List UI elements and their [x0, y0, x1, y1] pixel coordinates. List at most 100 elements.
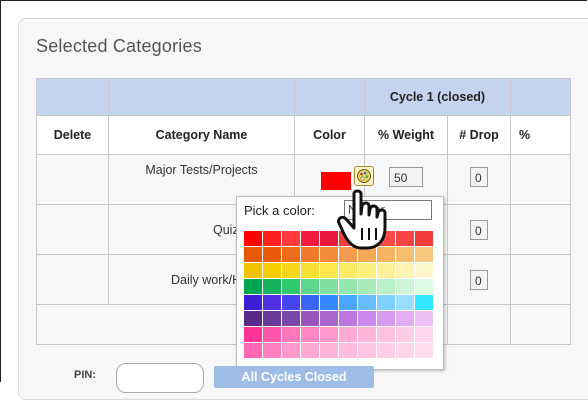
palette-swatch[interactable] [282, 311, 300, 326]
palette-swatch[interactable] [339, 327, 357, 342]
percent-cell [510, 254, 571, 305]
palette-swatch[interactable] [396, 247, 414, 262]
palette-swatch[interactable] [415, 231, 433, 246]
percent-cell [510, 204, 571, 255]
drop-input[interactable]: 0 [470, 219, 488, 240]
all-cycles-closed-button[interactable]: All Cycles Closed [214, 366, 374, 388]
table-group-header-row: Cycle 1 (closed) [36, 78, 571, 116]
palette-swatch[interactable] [320, 343, 338, 358]
palette-swatch[interactable] [244, 343, 262, 358]
palette-swatch[interactable] [282, 327, 300, 342]
palette-swatch[interactable] [301, 279, 319, 294]
palette-swatch[interactable] [358, 327, 376, 342]
pick-color-label: Pick a color: [244, 203, 315, 218]
palette-swatch[interactable] [244, 247, 262, 262]
palette-swatch[interactable] [320, 279, 338, 294]
palette-swatch[interactable] [301, 295, 319, 310]
palette-swatch[interactable] [358, 295, 376, 310]
palette-swatch[interactable] [339, 343, 357, 358]
palette-swatch[interactable] [282, 231, 300, 246]
palette-swatch[interactable] [396, 295, 414, 310]
palette-swatch[interactable] [377, 311, 395, 326]
palette-swatch[interactable] [282, 279, 300, 294]
palette-swatch[interactable] [244, 327, 262, 342]
palette-swatch[interactable] [415, 343, 433, 358]
palette-swatch[interactable] [301, 311, 319, 326]
palette-swatch[interactable] [358, 279, 376, 294]
palette-swatch[interactable] [320, 327, 338, 342]
palette-swatch[interactable] [358, 311, 376, 326]
total-drop [447, 304, 511, 345]
palette-swatch[interactable] [263, 295, 281, 310]
palette-swatch[interactable] [244, 263, 262, 278]
header-spacer [36, 78, 109, 116]
palette-swatch[interactable] [244, 311, 262, 326]
pin-input[interactable] [116, 363, 204, 393]
palette-swatch[interactable] [282, 343, 300, 358]
delete-cell[interactable] [36, 254, 109, 305]
palette-swatch[interactable] [396, 343, 414, 358]
palette-swatch[interactable] [320, 295, 338, 310]
palette-swatch[interactable] [301, 343, 319, 358]
palette-swatch[interactable] [282, 263, 300, 278]
palette-swatch[interactable] [339, 263, 357, 278]
palette-swatch[interactable] [263, 279, 281, 294]
palette-swatch[interactable] [339, 311, 357, 326]
palette-swatch[interactable] [301, 263, 319, 278]
drop-input[interactable]: 0 [470, 167, 488, 187]
palette-swatch[interactable] [339, 279, 357, 294]
weight-input[interactable]: 50 [389, 167, 423, 187]
palette-swatch[interactable] [358, 343, 376, 358]
column-header-percent: % [510, 115, 571, 155]
pin-label: PIN: [74, 369, 96, 381]
table-column-header-row: Delete Category Name Color % Weight # Dr… [36, 115, 571, 155]
column-header-delete: Delete [36, 115, 109, 155]
drop-cell: 0 [447, 154, 511, 205]
delete-cell[interactable] [36, 154, 109, 205]
color-picker-button[interactable] [354, 166, 374, 186]
palette-swatch[interactable] [263, 327, 281, 342]
column-header-drop: # Drop [447, 115, 511, 155]
palette-swatch[interactable] [396, 231, 414, 246]
palette-swatch[interactable] [415, 311, 433, 326]
palette-swatch[interactable] [263, 231, 281, 246]
section-title: Selected Categories [36, 36, 202, 56]
palette-swatch[interactable] [263, 311, 281, 326]
palette-swatch[interactable] [244, 295, 262, 310]
palette-swatch[interactable] [282, 247, 300, 262]
drop-cell: 0 [447, 204, 511, 255]
column-header-color: Color [294, 115, 365, 155]
palette-swatch[interactable] [244, 231, 262, 246]
palette-swatch[interactable] [301, 327, 319, 342]
palette-swatch[interactable] [377, 279, 395, 294]
palette-swatch[interactable] [415, 327, 433, 342]
palette-swatch[interactable] [301, 247, 319, 262]
palette-swatch[interactable] [396, 311, 414, 326]
palette-swatch[interactable] [396, 327, 414, 342]
palette-swatch[interactable] [396, 263, 414, 278]
percent-cell [510, 154, 571, 205]
drop-input[interactable]: 0 [470, 269, 488, 290]
column-header-category-name: Category Name [108, 115, 295, 155]
palette-swatch[interactable] [339, 295, 357, 310]
palette-swatch[interactable] [320, 263, 338, 278]
palette-swatch[interactable] [301, 231, 319, 246]
palette-swatch[interactable] [396, 279, 414, 294]
palette-swatch[interactable] [415, 263, 433, 278]
palette-swatch[interactable] [377, 263, 395, 278]
palette-swatch[interactable] [263, 263, 281, 278]
hand-cursor-icon [337, 189, 387, 250]
palette-swatch[interactable] [377, 343, 395, 358]
palette-swatch[interactable] [263, 343, 281, 358]
palette-swatch[interactable] [377, 295, 395, 310]
delete-cell[interactable] [36, 204, 109, 255]
palette-swatch[interactable] [377, 327, 395, 342]
palette-swatch[interactable] [415, 247, 433, 262]
palette-swatch[interactable] [415, 295, 433, 310]
palette-swatch[interactable] [244, 279, 262, 294]
palette-swatch[interactable] [282, 295, 300, 310]
palette-swatch[interactable] [415, 279, 433, 294]
palette-swatch[interactable] [320, 311, 338, 326]
palette-swatch[interactable] [358, 263, 376, 278]
palette-swatch[interactable] [263, 247, 281, 262]
